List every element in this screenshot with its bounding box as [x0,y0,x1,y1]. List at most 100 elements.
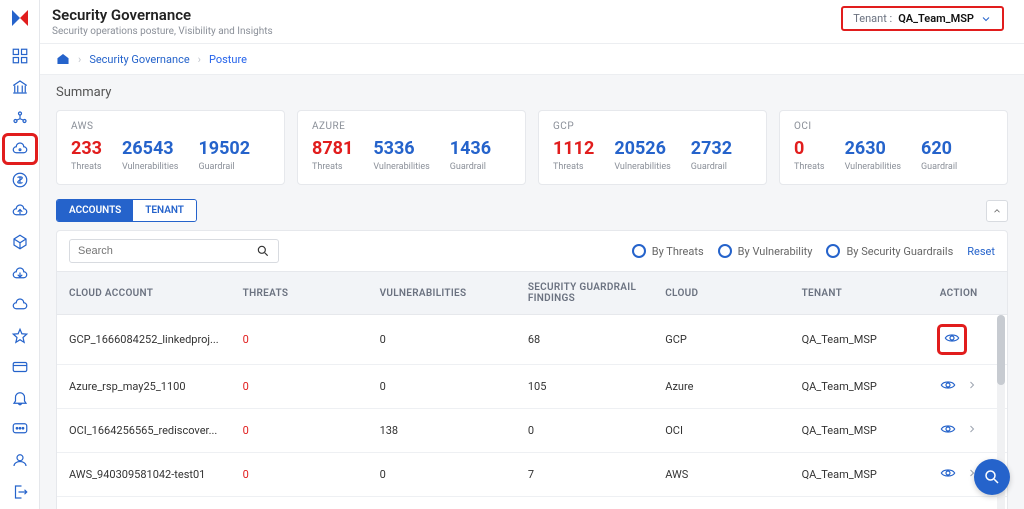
search-input[interactable] [78,245,256,257]
tab-tenant[interactable]: TENANT [133,200,196,221]
cell-vulns: 0 [368,365,516,409]
cell-threats: 0 [231,365,368,409]
reset-link[interactable]: Reset [967,245,995,258]
nav-network-icon[interactable] [4,104,36,131]
nav-card-icon[interactable] [4,353,36,380]
cell-vulns: 0 [368,453,516,497]
tenant-label: Tenant : [853,12,892,25]
chevron-down-icon [980,13,992,25]
expand-row-icon[interactable] [966,423,978,438]
col-account: CLOUD ACCOUNT [57,272,231,315]
cell-tenant: QA_Team_MSP [790,315,928,365]
breadcrumb: › Security Governance › Posture [40,44,1024,75]
radio-by-vulnerability[interactable]: By Vulnerability [718,244,813,258]
cell-findings: 0 [516,409,653,453]
nav-cloud-icon[interactable] [4,291,36,318]
expand-row-icon[interactable] [966,379,978,394]
nav-cube-icon[interactable] [4,229,36,256]
search-fab-button[interactable] [974,459,1010,495]
radio-by-threats[interactable]: By Threats [632,244,704,258]
nav-cloud-up-icon[interactable] [4,198,36,225]
summary-card-azure[interactable]: AZURE 8781Threats 5336Vulnerabilities 14… [297,110,526,185]
cell-account: GCP_1666084252_linkedproj... [57,315,231,365]
nav-chat-icon[interactable] [4,416,36,443]
cell-vulns: 138 [368,409,516,453]
summary-cards: AWS 233Threats 26543Vulnerabilities 1950… [56,110,1008,185]
cell-cloud: AWS [653,453,789,497]
cell-vulns: 2 [368,497,516,509]
view-action-icon[interactable] [940,377,956,396]
cell-cloud: Azure [653,365,789,409]
breadcrumb-link-1[interactable]: Security Governance [89,53,189,66]
card-provider: AZURE [312,121,511,132]
page-title: Security Governance [52,6,273,24]
card-provider: OCI [794,121,993,132]
view-action-icon[interactable] [940,465,956,484]
radio-by-guardrails[interactable]: By Security Guardrails [826,244,953,258]
cell-findings: 105 [516,365,653,409]
cell-threats: 0 [231,497,368,509]
cell-findings: 208 [516,497,653,509]
nav-star-icon[interactable] [4,322,36,349]
cell-threats: 0 [231,409,368,453]
nav-bank-icon[interactable] [4,73,36,100]
side-nav [0,0,40,509]
scope-tabs: ACCOUNTS TENANT [56,199,197,222]
search-input-wrap [69,239,279,263]
card-provider: GCP [553,121,752,132]
cell-vulns: 0 [368,315,516,365]
view-action-icon[interactable] [940,327,964,352]
cell-action [928,365,1007,409]
cell-action [928,409,1007,453]
cell-tenant: QA_Team_MSP [790,409,928,453]
accounts-table: CLOUD ACCOUNT THREATS VULNERABILITIES SE… [57,271,1007,509]
summary-card-gcp[interactable]: GCP 1112Threats 20526Vulnerabilities 273… [538,110,767,185]
breadcrumb-sep: › [198,53,201,66]
cell-action [928,497,1007,509]
nav-bell-icon[interactable] [4,385,36,412]
table-row: GCP_1666084252_linkedproj...0068GCPQA_Te… [57,315,1007,365]
search-icon [256,244,270,258]
metric-vulns: 26543 [122,140,178,158]
cell-tenant: QA_Team_MSP [790,453,928,497]
col-action: ACTION [928,272,1007,315]
nav-cost-icon[interactable] [4,167,36,194]
card-provider: AWS [71,121,270,132]
breadcrumb-sep: › [78,53,81,66]
summary-card-aws[interactable]: AWS 233Threats 26543Vulnerabilities 1950… [56,110,285,185]
nav-dashboard-icon[interactable] [4,42,36,69]
cell-tenant: QA_Team_MSP [790,365,928,409]
table-row: AWS_for_alert_test02208AWSQA_Team_MSP [57,497,1007,509]
search-icon [983,468,1001,486]
cell-account: OCI_1664256565_rediscover... [57,409,231,453]
cell-findings: 68 [516,315,653,365]
tenant-value: QA_Team_MSP [898,12,974,25]
col-findings: SECURITY GUARDRAIL FINDINGS [516,272,653,315]
nav-cloud-down-icon[interactable] [4,260,36,287]
table-row: AWS_940309581042-test01007AWSQA_Team_MSP [57,453,1007,497]
metric-guardrail: 19502 [198,140,250,158]
nav-cloud-key-icon[interactable] [4,135,36,162]
tab-accounts[interactable]: ACCOUNTS [57,200,133,221]
scroll-thumb[interactable] [997,315,1005,385]
metric-threats: 233 [71,140,102,158]
table-row: Azure_rsp_may25_110000105AzureQA_Team_MS… [57,365,1007,409]
cell-threats: 0 [231,315,368,365]
tenant-selector[interactable]: Tenant : QA_Team_MSP [841,6,1004,31]
view-action-icon[interactable] [940,421,956,440]
app-logo [8,6,32,30]
breadcrumb-current: Posture [209,53,247,66]
summary-card-oci[interactable]: OCI 0Threats 2630Vulnerabilities 620Guar… [779,110,1008,185]
home-icon[interactable] [56,52,70,66]
collapse-button[interactable] [986,200,1008,222]
cell-threats: 0 [231,453,368,497]
cell-action [928,315,1007,365]
nav-logout-icon[interactable] [4,478,36,505]
summary-title: Summary [56,85,1008,100]
col-cloud: CLOUD [653,272,789,315]
col-tenant: TENANT [790,272,928,315]
nav-user-icon[interactable] [4,447,36,474]
top-bar: Security Governance Security operations … [40,0,1024,44]
caret-up-icon [992,206,1002,216]
col-threats: THREATS [231,272,368,315]
